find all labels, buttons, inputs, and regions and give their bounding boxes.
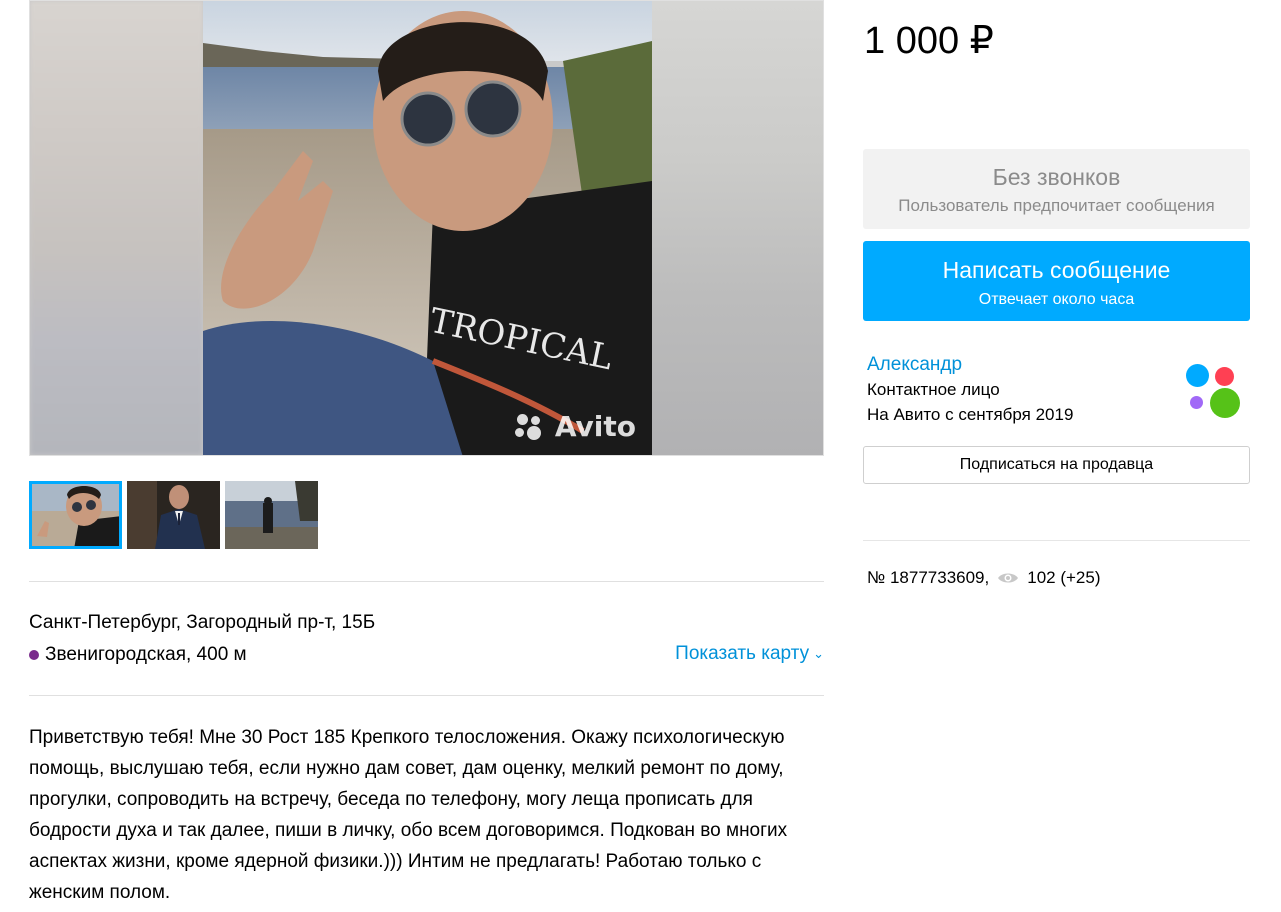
gallery-blur-right <box>650 1 823 455</box>
subscribe-seller-button[interactable]: Подписаться на продавца <box>863 446 1250 484</box>
metro-label: Звенигородская, 400 м <box>45 644 247 665</box>
divider-bottom <box>29 695 824 696</box>
seller-role: Контактное лицо <box>867 380 1000 399</box>
avito-watermark-icon <box>514 412 549 442</box>
show-map-label: Показать карту <box>675 643 810 664</box>
avito-watermark: Avito <box>514 410 636 443</box>
thumbnail-2[interactable] <box>127 481 220 549</box>
metro-line-icon <box>29 650 39 660</box>
response-time: Отвечает около часа <box>978 291 1135 308</box>
eye-icon <box>997 571 1019 585</box>
no-calls-notice: Без звонков Пользователь предпочитает со… <box>863 149 1250 229</box>
main-photo-image: TROPICAL <box>203 1 652 455</box>
metro-station: Звенигородская, 400 м <box>29 644 247 666</box>
show-map-link[interactable]: Показать карту ⌄ <box>675 643 824 665</box>
main-photo[interactable]: TROPICAL Avito <box>203 1 652 455</box>
address: Санкт-Петербург, Загородный пр-т, 15Б <box>29 612 376 633</box>
price: 1 000 ₽ <box>864 20 994 62</box>
item-description: Приветствую тебя! Мне 30 Рост 185 Крепко… <box>29 727 788 903</box>
listing-number: № 1877733609, <box>867 568 990 587</box>
thumbnail-1[interactable] <box>29 481 122 549</box>
write-message-label: Написать сообщение <box>942 257 1171 283</box>
write-message-button[interactable]: Написать сообщение Отвечает около часа <box>863 241 1250 321</box>
thumbnail-strip <box>29 481 318 549</box>
sidebar-divider <box>863 540 1250 541</box>
view-count: 102 (+25) <box>1027 568 1101 587</box>
divider-top <box>29 581 824 582</box>
no-calls-title: Без звонков <box>992 164 1121 190</box>
chevron-down-icon: ⌄ <box>813 646 824 661</box>
thumbnail-3[interactable] <box>225 481 318 549</box>
avito-watermark-text: Avito <box>554 410 636 443</box>
gallery-blur-left <box>30 1 203 455</box>
seller-since: На Авито с сентября 2019 <box>867 405 1074 424</box>
listing-meta: № 1877733609, 102 (+25) <box>867 568 1100 588</box>
no-calls-subtitle: Пользователь предпочитает сообщения <box>898 196 1215 215</box>
seller-avatar-icon[interactable] <box>1184 362 1244 422</box>
photo-gallery[interactable]: TROPICAL Avito <box>29 0 824 456</box>
seller-name-link[interactable]: Александр <box>867 354 962 376</box>
